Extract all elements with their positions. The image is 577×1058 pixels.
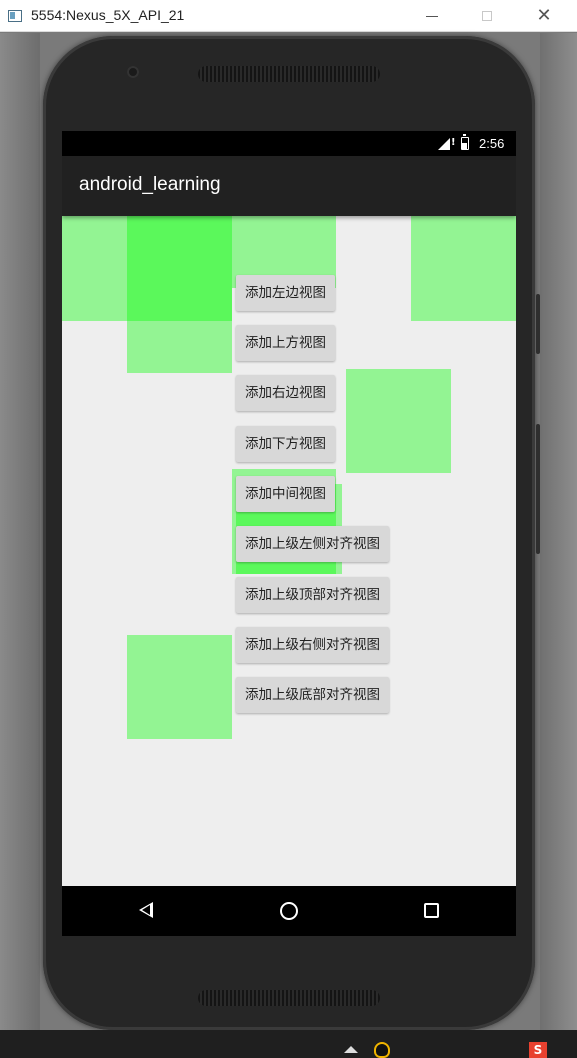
navigation-bar	[62, 886, 516, 936]
add-right-view-button[interactable]: 添加右边视图	[236, 375, 335, 411]
emulator-window-icon	[8, 10, 22, 22]
app-title: android_learning	[79, 174, 221, 195]
add-parent-bottom-align-button[interactable]: 添加上级底部对齐视图	[236, 677, 389, 713]
battery-icon	[461, 134, 469, 150]
added-view	[346, 369, 451, 473]
added-view	[127, 216, 232, 373]
maximize-icon	[482, 11, 492, 21]
maximize-button[interactable]	[466, 0, 510, 32]
power-button[interactable]	[536, 294, 540, 354]
window-title-bar[interactable]: 5554:Nexus_5X_API_21 ✕	[0, 0, 577, 32]
add-parent-top-align-button[interactable]: 添加上级顶部对齐视图	[236, 577, 389, 613]
status-bar: ! 2:56	[62, 131, 516, 156]
top-speaker-grille	[198, 66, 380, 82]
recents-icon[interactable]	[424, 903, 439, 918]
minimize-button[interactable]	[410, 0, 454, 32]
qq-icon[interactable]	[374, 1042, 390, 1058]
added-view	[411, 216, 516, 321]
window-title: 5554:Nexus_5X_API_21	[31, 7, 185, 23]
tray-expand-icon[interactable]	[344, 1046, 358, 1053]
back-icon[interactable]	[139, 902, 153, 918]
app-bar: android_learning	[62, 156, 516, 216]
add-bottom-view-button[interactable]: 添加下方视图	[236, 426, 335, 462]
signal-icon	[438, 138, 450, 150]
close-button[interactable]: ✕	[522, 0, 566, 32]
windows-taskbar	[0, 1030, 577, 1058]
status-time: 2:56	[479, 136, 505, 151]
add-left-view-button[interactable]: 添加左边视图	[236, 275, 335, 311]
add-parent-left-align-button[interactable]: 添加上级左侧对齐视图	[236, 526, 389, 562]
add-top-view-button[interactable]: 添加上方视图	[236, 325, 335, 361]
bottom-speaker-grille	[198, 990, 380, 1006]
emulator-background-left	[0, 33, 40, 1030]
add-parent-right-align-button[interactable]: 添加上级右侧对齐视图	[236, 627, 389, 663]
add-center-view-button[interactable]: 添加中间视图	[236, 476, 335, 512]
volume-button[interactable]	[536, 424, 540, 554]
signal-badge: !	[451, 137, 456, 148]
emulator-background-right	[540, 33, 577, 1030]
added-view	[127, 635, 232, 739]
device-screen[interactable]: ! 2:56 android_learning 添加左边视图 添加上方视图 添加…	[62, 131, 516, 936]
relative-layout-content: 添加左边视图 添加上方视图 添加右边视图 添加下方视图 添加中间视图 添加上级左…	[62, 216, 516, 886]
home-icon[interactable]	[280, 902, 298, 920]
minimize-icon	[426, 16, 438, 17]
added-view	[62, 216, 127, 321]
front-camera	[127, 66, 139, 78]
sogou-ime-icon[interactable]: S	[529, 1042, 547, 1058]
